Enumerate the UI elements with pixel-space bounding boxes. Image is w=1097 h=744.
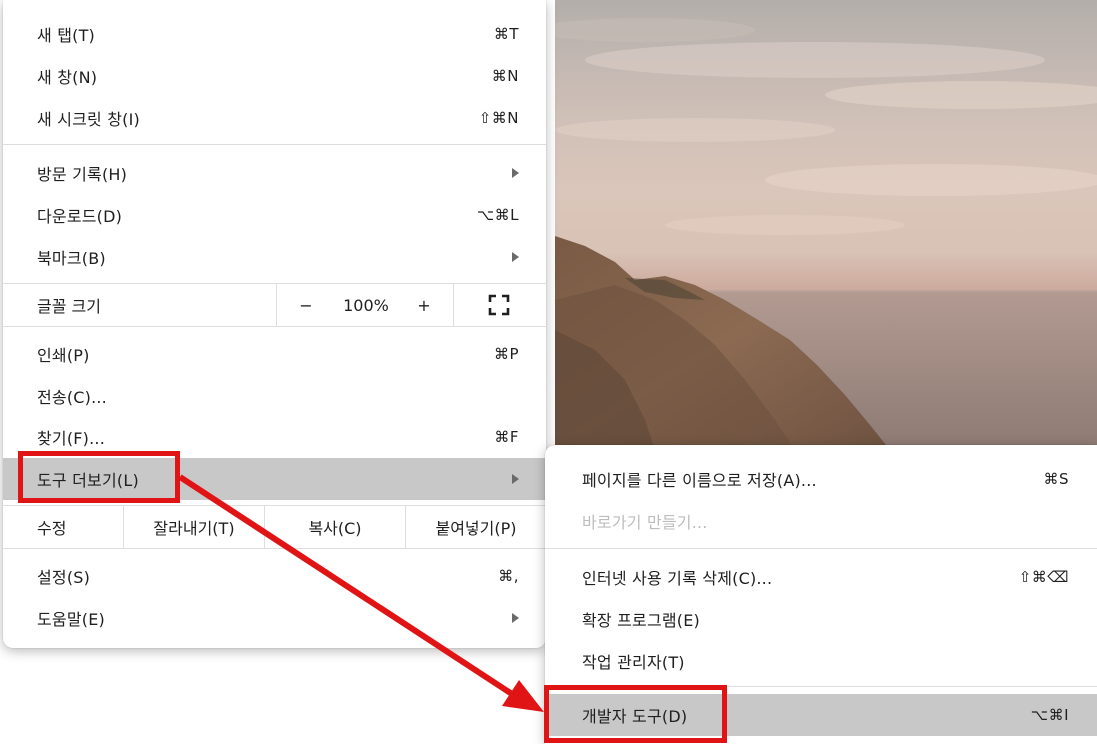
menu-separator — [3, 548, 546, 549]
shortcut-label: ⌥⌘L — [476, 206, 519, 224]
submenu-item-create-shortcut[interactable]: 바로가기 만들기... — [545, 500, 1097, 542]
submenu-arrow-icon — [512, 613, 519, 623]
zoom-in-button[interactable]: + — [409, 284, 439, 326]
menu-item-label: 다운로드(D) — [37, 207, 123, 226]
shortcut-label: ⌘T — [493, 25, 519, 43]
menu-item-downloads[interactable]: 다운로드(D) ⌥⌘L — [3, 194, 546, 236]
menu-item-label: 찾기(F)... — [37, 429, 105, 448]
submenu-item-task-manager[interactable]: 작업 관리자(T) — [545, 640, 1097, 682]
menu-item-label: 페이지를 다른 이름으로 저장(A)... — [582, 471, 817, 490]
menu-item-new-incognito-window[interactable]: 새 시크릿 창(I) ⇧⌘N — [3, 97, 546, 139]
menu-separator — [3, 326, 546, 327]
menu-item-label: 도움말(E) — [37, 610, 105, 629]
menu-item-label: 새 탭(T) — [37, 26, 95, 45]
zoom-separator — [276, 284, 277, 326]
shortcut-label: ⇧⌘N — [478, 109, 519, 127]
menu-item-label: 작업 관리자(T) — [582, 653, 685, 672]
shortcut-label: ⌥⌘I — [1030, 706, 1069, 724]
submenu-arrow-icon — [512, 252, 519, 262]
zoom-out-button[interactable]: − — [291, 284, 321, 326]
annotation-highlight-developer-tools — [544, 685, 727, 743]
submenu-item-extensions[interactable]: 확장 프로그램(E) — [545, 598, 1097, 640]
menu-item-help[interactable]: 도움말(E) — [3, 597, 546, 639]
menu-item-history[interactable]: 방문 기록(H) — [3, 152, 546, 194]
menu-item-label: 설정(S) — [37, 568, 91, 587]
chrome-main-menu: 새 탭(T) ⌘T 새 창(N) ⌘N 새 시크릿 창(I) ⇧⌘N 방문 기록… — [3, 0, 546, 648]
submenu-arrow-icon — [512, 168, 519, 178]
menu-item-label: 전송(C)... — [37, 388, 107, 407]
shortcut-label: ⌘S — [1043, 470, 1069, 488]
copy-button[interactable]: 복사(C) — [265, 506, 405, 548]
menu-item-label: 새 창(N) — [37, 68, 98, 87]
menu-item-new-tab[interactable]: 새 탭(T) ⌘T — [3, 13, 546, 55]
menu-item-cast[interactable]: 전송(C)... — [3, 375, 546, 417]
fullscreen-button[interactable] — [473, 284, 525, 326]
menu-item-label: 북마크(B) — [37, 249, 106, 268]
fullscreen-icon — [488, 294, 510, 316]
shortcut-label: ⌘P — [493, 345, 519, 363]
menu-item-label: 방문 기록(H) — [37, 165, 128, 184]
cut-button[interactable]: 잘라내기(T) — [124, 506, 264, 548]
menu-item-settings[interactable]: 설정(S) ⌘, — [3, 555, 546, 597]
menu-item-label: 바로가기 만들기... — [582, 513, 708, 532]
menu-item-label: 인터넷 사용 기록 삭제(C)... — [582, 569, 773, 588]
menu-item-print[interactable]: 인쇄(P) ⌘P — [3, 333, 546, 375]
shortcut-label: ⇧⌘⌫ — [1018, 568, 1069, 586]
menu-separator — [545, 548, 1097, 549]
edit-label: 수정 — [37, 519, 67, 538]
landscape-image — [555, 18, 1097, 450]
zoom-separator — [453, 284, 454, 326]
submenu-item-clear-browsing-data[interactable]: 인터넷 사용 기록 삭제(C)... ⇧⌘⌫ — [545, 556, 1097, 598]
submenu-item-save-page[interactable]: 페이지를 다른 이름으로 저장(A)... ⌘S — [545, 458, 1097, 500]
menu-item-label: 확장 프로그램(E) — [582, 611, 700, 630]
submenu-arrow-icon — [512, 474, 519, 484]
paste-button[interactable]: 붙여넣기(P) — [406, 506, 546, 548]
shortcut-label: ⌘N — [491, 67, 519, 85]
menu-separator — [3, 144, 546, 145]
annotation-highlight-more-tools — [18, 451, 180, 503]
menu-item-bookmarks[interactable]: 북마크(B) — [3, 236, 546, 278]
menu-item-label: 새 시크릿 창(I) — [37, 110, 140, 129]
background-photo — [555, 0, 1097, 450]
menu-item-label: 인쇄(P) — [37, 346, 90, 365]
zoom-label: 글꼴 크기 — [37, 297, 101, 316]
zoom-level-value: 100% — [343, 295, 389, 315]
shortcut-label: ⌘, — [498, 567, 519, 585]
shortcut-label: ⌘F — [494, 428, 519, 446]
menu-item-new-window[interactable]: 새 창(N) ⌘N — [3, 55, 546, 97]
